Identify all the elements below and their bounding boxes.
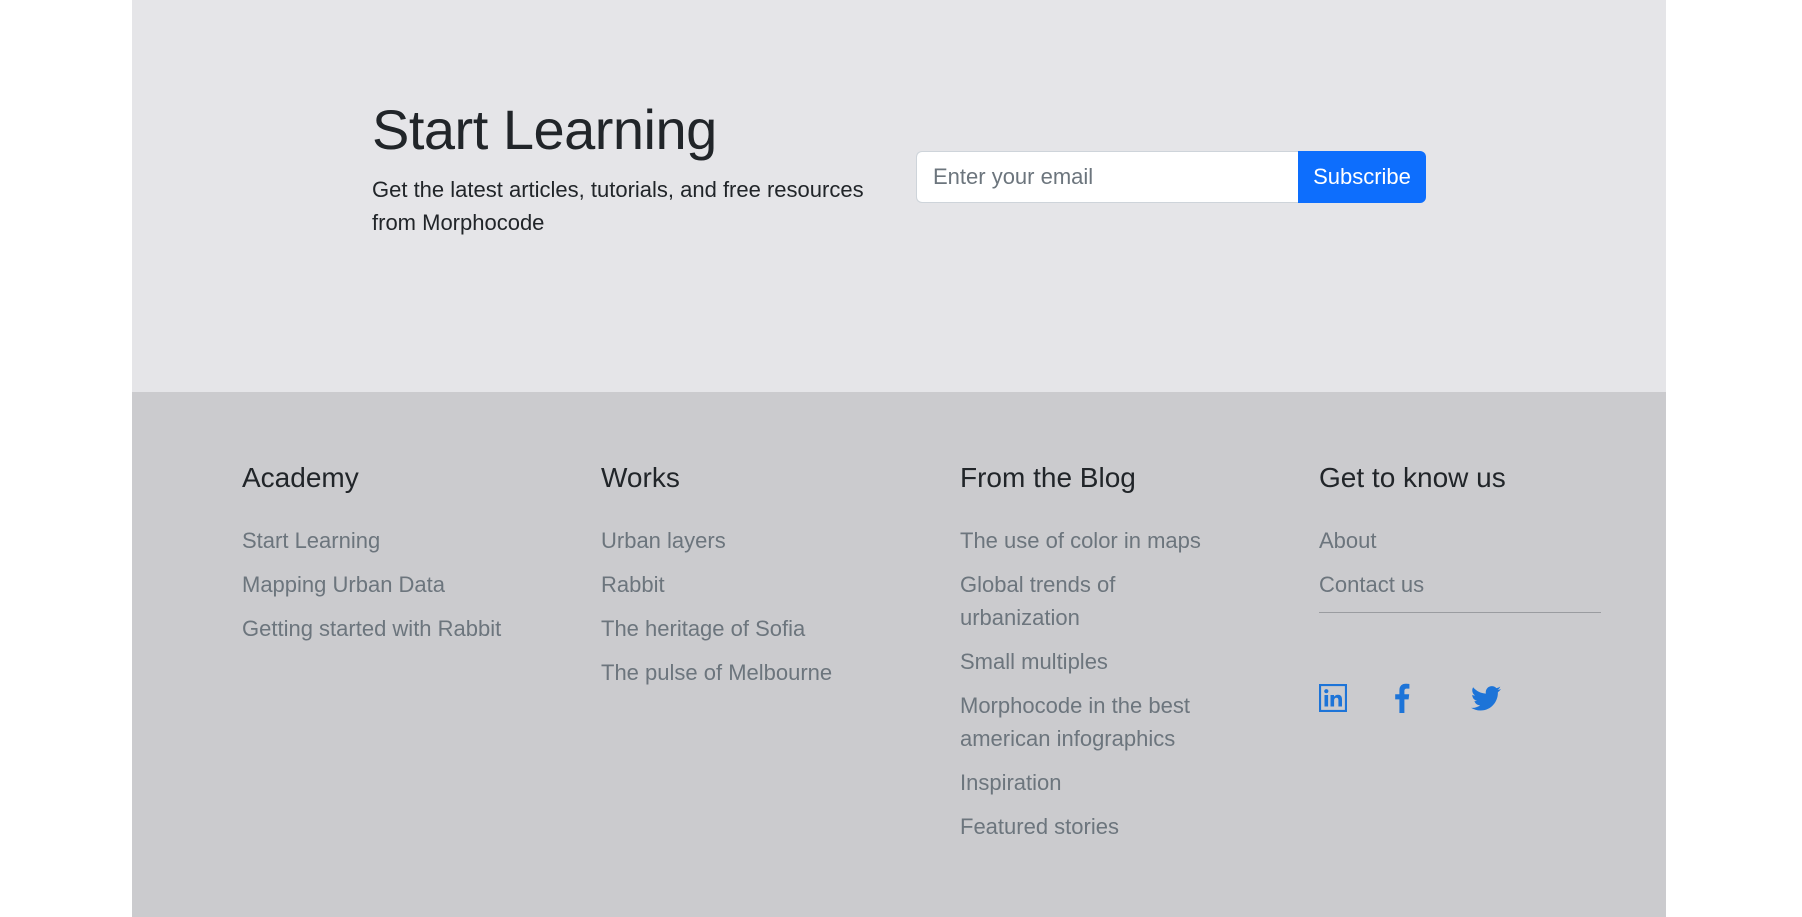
footer-link[interactable]: Inspiration: [960, 770, 1062, 795]
footer-link[interactable]: The use of color in maps: [960, 528, 1201, 553]
list-item: Start Learning: [242, 524, 542, 557]
footer-link[interactable]: About: [1319, 528, 1377, 553]
linkedin-link[interactable]: [1319, 684, 1347, 712]
facebook-icon: [1395, 683, 1410, 713]
footer-link[interactable]: Small multiples: [960, 649, 1108, 674]
footer-link[interactable]: Start Learning: [242, 528, 380, 553]
footer-link[interactable]: The heritage of Sofia: [601, 616, 805, 641]
list-item: The heritage of Sofia: [601, 612, 901, 645]
linkedin-icon: [1319, 684, 1347, 712]
list-item: Inspiration: [960, 766, 1230, 799]
link-list: Urban layers Rabbit The heritage of Sofi…: [601, 524, 901, 689]
footer-link[interactable]: Global trends of urbanization: [960, 572, 1115, 630]
twitter-icon: [1471, 685, 1501, 710]
list-item: The use of color in maps: [960, 524, 1230, 557]
list-item: Featured stories: [960, 810, 1230, 843]
footer-link[interactable]: Rabbit: [601, 572, 665, 597]
list-item: Urban layers: [601, 524, 901, 557]
footer: Academy Start Learning Mapping Urban Dat…: [132, 392, 1666, 917]
column-heading: From the Blog: [960, 462, 1136, 493]
list-item: The pulse of Melbourne: [601, 656, 901, 689]
email-input[interactable]: [916, 151, 1298, 203]
footer-column-about: Get to know us About Contact us: [1319, 458, 1601, 714]
link-list: About Contact us: [1319, 524, 1601, 601]
subscribe-button[interactable]: Subscribe: [1298, 151, 1426, 203]
newsletter-subtitle: Get the latest articles, tutorials, and …: [372, 177, 864, 235]
list-item: Rabbit: [601, 568, 901, 601]
subscribe-form: Subscribe: [916, 151, 1426, 203]
footer-link[interactable]: Morphocode in the best american infograp…: [960, 693, 1190, 751]
link-list: Start Learning Mapping Urban Data Gettin…: [242, 524, 542, 645]
divider: [1319, 612, 1601, 613]
list-item: Contact us: [1319, 568, 1601, 601]
twitter-link[interactable]: [1471, 685, 1501, 711]
column-heading: Get to know us: [1319, 462, 1506, 493]
facebook-link[interactable]: [1394, 683, 1410, 713]
footer-link[interactable]: The pulse of Melbourne: [601, 660, 832, 685]
footer-column-works: Works Urban layers Rabbit The heritage o…: [601, 458, 901, 700]
list-item: Getting started with Rabbit: [242, 612, 542, 645]
list-item: About: [1319, 524, 1601, 557]
list-item: Mapping Urban Data: [242, 568, 542, 601]
page: Start Learning Get the latest articles, …: [132, 0, 1666, 917]
footer-column-blog: From the Blog The use of color in maps G…: [960, 458, 1230, 854]
column-heading: Works: [601, 462, 680, 493]
social-links: [1319, 682, 1601, 714]
footer-link[interactable]: Contact us: [1319, 572, 1424, 597]
footer-link[interactable]: Featured stories: [960, 814, 1119, 839]
list-item: Morphocode in the best american infograp…: [960, 689, 1230, 755]
list-item: Small multiples: [960, 645, 1230, 678]
footer-link[interactable]: Mapping Urban Data: [242, 572, 445, 597]
footer-link[interactable]: Urban layers: [601, 528, 726, 553]
newsletter-section: Start Learning Get the latest articles, …: [132, 0, 1666, 392]
newsletter-title: Start Learning: [372, 98, 717, 161]
footer-link[interactable]: Getting started with Rabbit: [242, 616, 501, 641]
column-heading: Academy: [242, 462, 359, 493]
list-item: Global trends of urbanization: [960, 568, 1230, 634]
link-list: The use of color in maps Global trends o…: [960, 524, 1230, 843]
footer-column-academy: Academy Start Learning Mapping Urban Dat…: [242, 458, 542, 656]
